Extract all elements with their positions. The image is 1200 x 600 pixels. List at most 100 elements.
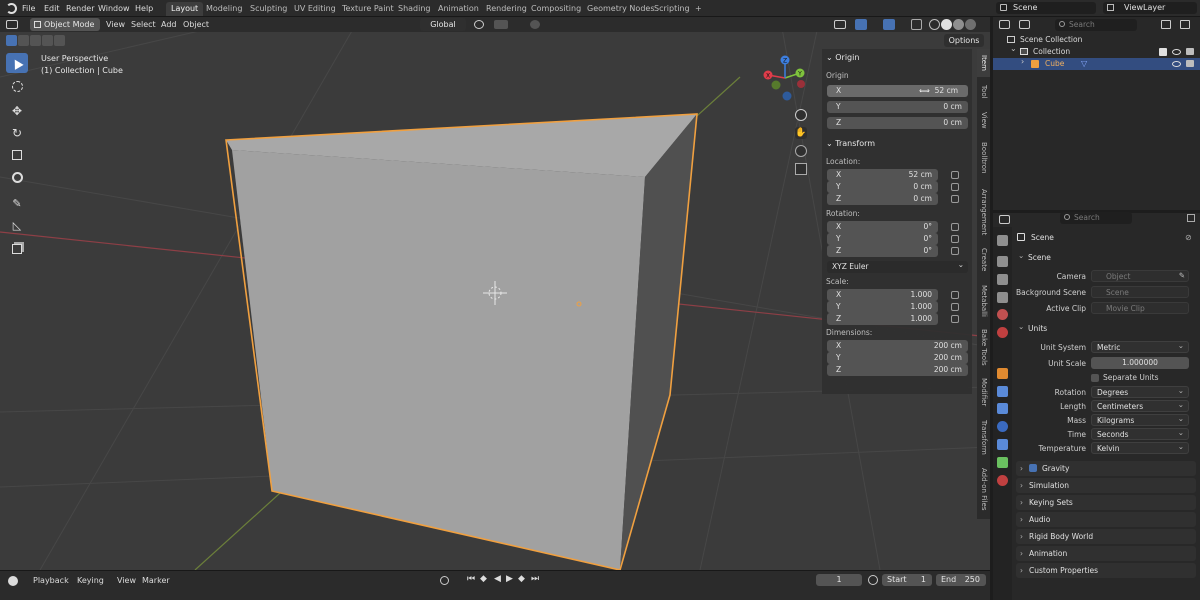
dimensions-x-field[interactable]: X 200 cm bbox=[827, 340, 968, 352]
scale-z-field[interactable]: Z 1.000 bbox=[827, 313, 938, 325]
rotate-tool[interactable]: ↻ bbox=[6, 123, 28, 143]
rotation-mode-selector[interactable]: XYZ Euler ⌄ bbox=[827, 260, 968, 273]
tab-boolltron[interactable]: Boolltron bbox=[977, 135, 990, 181]
view-layer-selector[interactable]: ViewLayer bbox=[1103, 2, 1197, 14]
properties-editor-icon[interactable] bbox=[999, 215, 1010, 224]
xray-icon[interactable] bbox=[911, 19, 922, 30]
constraints-tab-icon[interactable] bbox=[997, 439, 1008, 450]
camera-icon[interactable] bbox=[1186, 48, 1194, 55]
scale-tool[interactable] bbox=[6, 145, 28, 165]
temperature-unit-selector[interactable]: Kelvin bbox=[1091, 441, 1189, 454]
tab-item[interactable]: Item bbox=[977, 49, 990, 77]
object-tab-icon[interactable] bbox=[997, 368, 1008, 379]
checkbox-checked-icon[interactable] bbox=[1029, 464, 1037, 472]
tab-arrangement[interactable]: Arrangement bbox=[977, 183, 990, 241]
rotation-x-field[interactable]: X 0° bbox=[827, 221, 938, 233]
tab-layout[interactable]: Layout bbox=[166, 2, 204, 16]
audio-section-header[interactable]: Audio bbox=[1016, 512, 1196, 527]
cursor-tool[interactable] bbox=[6, 76, 28, 96]
data-tab-icon[interactable] bbox=[997, 457, 1008, 468]
location-z-field[interactable]: Z 0 cm bbox=[827, 193, 938, 205]
unit-system-selector[interactable]: Metric bbox=[1091, 340, 1189, 353]
custom-properties-section-header[interactable]: Custom Properties bbox=[1016, 563, 1196, 578]
lock-icon[interactable] bbox=[951, 247, 959, 255]
options-button[interactable]: Options bbox=[944, 34, 984, 47]
timeline-editor-icon[interactable] bbox=[8, 576, 18, 586]
particles-tab-icon[interactable] bbox=[997, 403, 1008, 414]
start-frame-field[interactable]: Start 1 bbox=[882, 574, 932, 586]
add-workspace-button[interactable]: + bbox=[690, 2, 707, 16]
measure-tool[interactable]: ◺ bbox=[6, 215, 28, 235]
tab-tool[interactable]: Tool bbox=[977, 79, 990, 105]
zoom-icon[interactable] bbox=[795, 109, 807, 121]
current-frame-field[interactable]: 1 bbox=[816, 574, 862, 586]
record-icon[interactable] bbox=[440, 576, 449, 585]
menu-edit[interactable]: Edit bbox=[44, 0, 60, 17]
scene-selector[interactable]: Scene bbox=[996, 2, 1096, 14]
pan-hand-icon[interactable]: ✋ bbox=[795, 127, 807, 139]
outliner-editor-icon[interactable] bbox=[999, 20, 1010, 29]
output-tab-icon[interactable] bbox=[997, 274, 1008, 285]
select-invert-icon[interactable] bbox=[42, 35, 53, 46]
tab-texture-paint[interactable]: Texture Paint bbox=[337, 2, 399, 16]
editor-type-icon[interactable] bbox=[6, 20, 18, 29]
add-cube-tool[interactable] bbox=[6, 239, 28, 259]
tab-add-on-files[interactable]: Add-on Files bbox=[977, 461, 990, 517]
tab-uv-editing[interactable]: UV Editing bbox=[289, 2, 341, 16]
menu-view[interactable]: View bbox=[106, 17, 125, 32]
tab-rendering[interactable]: Rendering bbox=[481, 2, 532, 16]
tab-view[interactable]: View bbox=[977, 107, 990, 133]
stopwatch-icon[interactable] bbox=[868, 575, 878, 585]
origin-panel-header[interactable]: ⌄ Origin bbox=[826, 53, 859, 62]
lock-icon[interactable] bbox=[951, 183, 959, 191]
jump-end-icon[interactable]: ⏭ bbox=[531, 574, 539, 584]
transform-orientation-selector[interactable]: Global bbox=[420, 18, 466, 31]
options-icon[interactable] bbox=[1187, 214, 1195, 222]
shading-rendered-icon[interactable] bbox=[965, 19, 976, 30]
tab-geometry-nodes[interactable]: Geometry Nodes bbox=[582, 2, 659, 16]
simulation-section-header[interactable]: Simulation bbox=[1016, 478, 1196, 493]
tool-tab-icon[interactable] bbox=[997, 235, 1008, 246]
eye-icon[interactable] bbox=[1172, 61, 1181, 67]
properties-search-input[interactable]: Search bbox=[1060, 212, 1132, 224]
rigid-body-world-section-header[interactable]: Rigid Body World bbox=[1016, 529, 1196, 544]
end-frame-field[interactable]: End 250 bbox=[936, 574, 986, 586]
tab-sculpting[interactable]: Sculpting bbox=[245, 2, 292, 16]
transform-tool[interactable] bbox=[6, 167, 28, 187]
select-subtract-icon[interactable] bbox=[30, 35, 41, 46]
keying-sets-section-header[interactable]: Keying Sets bbox=[1016, 495, 1196, 510]
move-tool[interactable]: ✥ bbox=[6, 101, 28, 121]
visibility-icon[interactable] bbox=[834, 20, 846, 29]
menu-window[interactable]: Window bbox=[98, 0, 130, 17]
shading-wireframe-icon[interactable] bbox=[929, 19, 940, 30]
pin-icon[interactable]: ⊘ bbox=[1185, 233, 1192, 242]
dimensions-z-field[interactable]: Z 200 cm bbox=[827, 364, 968, 376]
menu-help[interactable]: Help bbox=[135, 0, 153, 17]
tab-metaballi[interactable]: Metaballi bbox=[977, 279, 990, 323]
outliner-search-input[interactable]: Search bbox=[1055, 19, 1137, 31]
view-layer-tab-icon[interactable] bbox=[997, 292, 1008, 303]
animation-section-header[interactable]: Animation bbox=[1016, 546, 1196, 561]
scale-y-field[interactable]: Y 1.000 bbox=[827, 301, 938, 313]
select-box-tool[interactable] bbox=[6, 53, 28, 73]
menu-object[interactable]: Object bbox=[183, 17, 209, 32]
menu-select[interactable]: Select bbox=[131, 17, 156, 32]
origin-z-field[interactable]: Z 0 cm bbox=[827, 117, 968, 129]
menu-playback[interactable]: Playback bbox=[33, 575, 69, 587]
lock-icon[interactable] bbox=[951, 171, 959, 179]
camera-icon[interactable] bbox=[1186, 60, 1194, 67]
blender-logo-icon[interactable] bbox=[6, 3, 17, 14]
tab-scripting[interactable]: Scripting bbox=[649, 2, 695, 16]
location-x-field[interactable]: X 52 cm bbox=[827, 169, 938, 181]
transform-panel-header[interactable]: ⌄ Transform bbox=[826, 139, 875, 148]
lock-icon[interactable] bbox=[951, 291, 959, 299]
lock-icon[interactable] bbox=[951, 223, 959, 231]
unit-scale-field[interactable]: 1.000000 bbox=[1091, 357, 1189, 369]
tab-bake-tools[interactable]: Bake Tools bbox=[977, 325, 990, 369]
mass-unit-selector[interactable]: Kilograms bbox=[1091, 413, 1189, 426]
physics-tab-icon[interactable] bbox=[997, 421, 1008, 432]
new-collection-icon[interactable] bbox=[1180, 20, 1190, 29]
location-y-field[interactable]: Y 0 cm bbox=[827, 181, 938, 193]
tab-transform[interactable]: Transform bbox=[977, 415, 990, 459]
menu-timeline-view[interactable]: View bbox=[117, 575, 136, 587]
